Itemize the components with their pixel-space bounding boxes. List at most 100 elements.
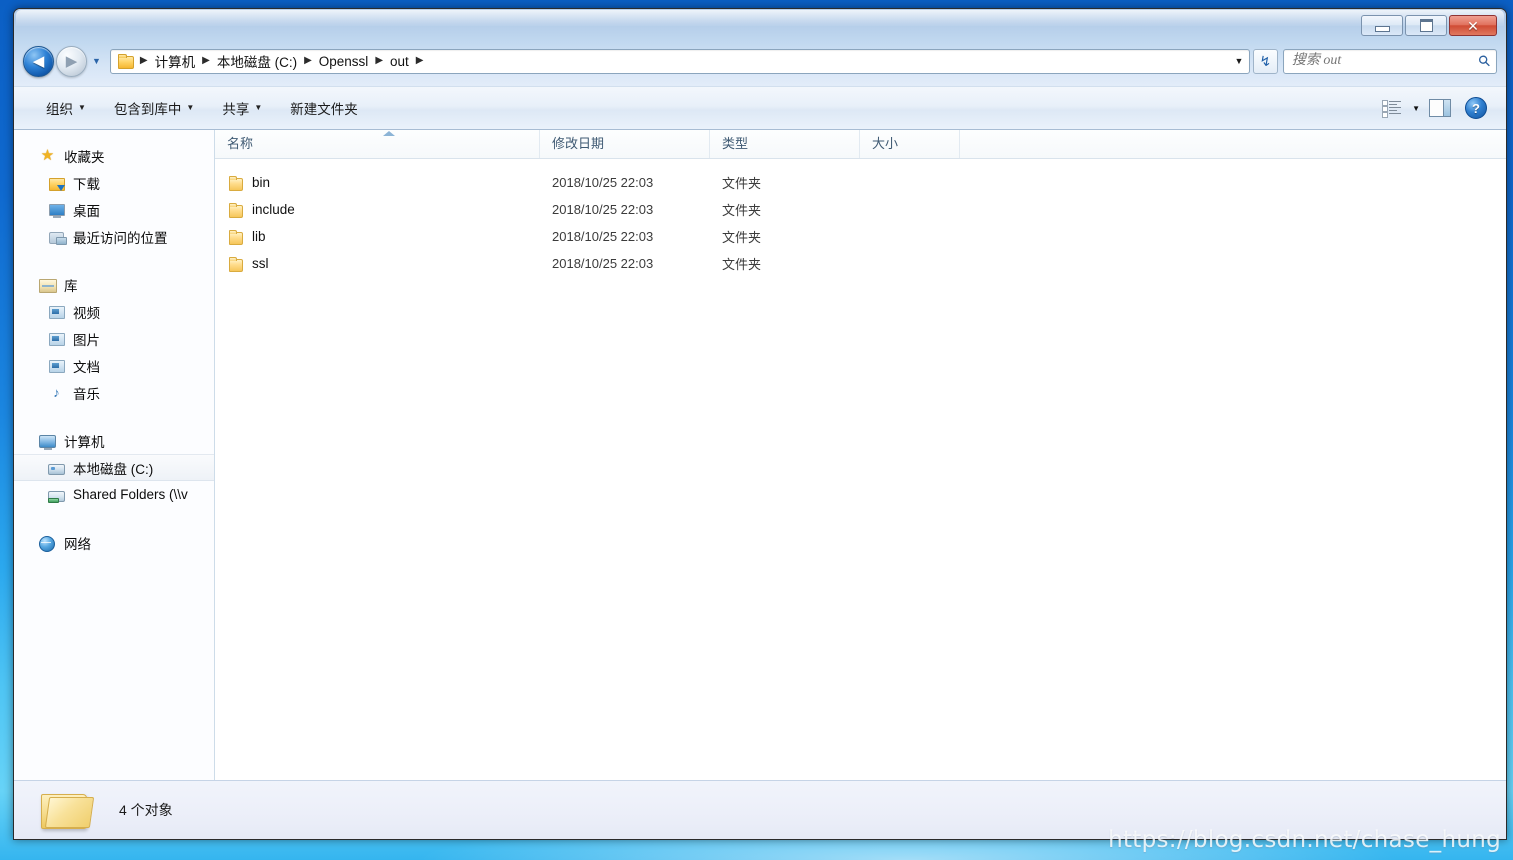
computer-icon — [39, 433, 56, 450]
help-button[interactable]: ? — [1460, 94, 1492, 122]
sidebar-item-libraries[interactable]: 库 — [14, 271, 214, 298]
column-header-type[interactable]: 类型 — [710, 130, 860, 158]
file-date-cell: 2018/10/25 22:03 — [552, 175, 654, 190]
show-preview-pane-button[interactable] — [1424, 94, 1456, 122]
status-bar: 4 个对象 — [14, 780, 1506, 839]
file-list-pane[interactable]: 名称 修改日期 类型 大小 bin 2018/10/25 22:03 文件夹 i… — [215, 130, 1506, 780]
breadcrumb-separator-2: ▶ — [304, 55, 312, 66]
search-box[interactable]: ⚲ — [1282, 48, 1497, 74]
recent-pages-dropdown-icon[interactable]: ▼ — [92, 56, 101, 66]
column-header-date-modified[interactable]: 修改日期 — [540, 130, 710, 158]
file-type-cell: 文件夹 — [722, 257, 762, 272]
back-arrow-icon: ◀ — [32, 52, 45, 70]
title-bar: ✕ — [14, 9, 1506, 42]
table-row[interactable]: bin 2018/10/25 22:03 文件夹 — [215, 169, 1506, 196]
sidebar-item-shared-folders[interactable]: Shared Folders (\\v — [14, 481, 214, 508]
list-top-gap — [215, 159, 1506, 169]
star-icon: ★ — [40, 146, 55, 164]
share-with-button[interactable]: 共享 ▼ — [212, 93, 272, 123]
close-button[interactable]: ✕ — [1449, 15, 1497, 36]
column-header-size[interactable]: 大小 — [860, 130, 960, 158]
column-header-name-label: 名称 — [227, 136, 254, 151]
table-row[interactable]: lib 2018/10/25 22:03 文件夹 — [215, 223, 1506, 250]
new-folder-button[interactable]: 新建文件夹 — [280, 93, 368, 123]
sidebar-label-downloads: 下载 — [73, 176, 100, 192]
nav-group-libraries: 库 视频 图片 文档 ♪ 音乐 — [14, 271, 214, 406]
maximize-icon — [1419, 19, 1433, 32]
include-in-library-label: 包含到库中 — [113, 102, 182, 117]
sidebar-item-recent-places[interactable]: 最近访问的位置 — [14, 223, 214, 250]
sidebar-item-videos[interactable]: 视频 — [14, 298, 214, 325]
sidebar-item-documents[interactable]: 文档 — [14, 352, 214, 379]
command-bar: 组织 ▼ 包含到库中 ▼ 共享 ▼ 新建文件夹 ▼ ? — [14, 86, 1506, 130]
chevron-down-icon: ▼ — [186, 103, 195, 112]
file-name-cell: bin — [215, 175, 540, 191]
file-date-cell: 2018/10/25 22:03 — [552, 202, 654, 217]
sidebar-label-network: 网络 — [64, 536, 91, 552]
breadcrumb: ▶ 计算机 ▶ 本地磁盘 (C:) ▶ Openssl ▶ out ▶ — [116, 49, 1231, 73]
sidebar-item-desktop[interactable]: 桌面 — [14, 196, 214, 223]
local-disk-icon — [48, 460, 65, 476]
breadcrumb-separator-3: ▶ — [375, 55, 384, 66]
minimize-button[interactable] — [1361, 15, 1403, 36]
sidebar-label-libraries: 库 — [64, 278, 78, 294]
sidebar-item-music[interactable]: ♪ 音乐 — [14, 379, 214, 406]
sidebar-item-network[interactable]: 网络 — [14, 529, 214, 556]
breadcrumb-item-computer[interactable]: 计算机 — [152, 49, 199, 73]
address-bar[interactable]: ▶ 计算机 ▶ 本地磁盘 (C:) ▶ Openssl ▶ out ▶ ▼ — [109, 48, 1250, 74]
music-icon: ♪ — [53, 384, 60, 400]
table-row[interactable]: include 2018/10/25 22:03 文件夹 — [215, 196, 1506, 223]
column-header-size-label: 大小 — [872, 136, 899, 151]
breadcrumb-item-openssl[interactable]: Openssl — [316, 52, 372, 71]
maximize-button[interactable] — [1405, 15, 1447, 36]
sidebar-item-downloads[interactable]: 下载 — [14, 169, 214, 196]
sidebar-label-recent-places: 最近访问的位置 — [73, 230, 168, 246]
file-type-cell: 文件夹 — [722, 203, 762, 218]
sidebar-item-favorites[interactable]: ★ 收藏夹 — [14, 142, 214, 169]
breadcrumb-item-out[interactable]: out — [387, 52, 412, 71]
sidebar-item-pictures[interactable]: 图片 — [14, 325, 214, 352]
include-in-library-button[interactable]: 包含到库中 ▼ — [104, 93, 204, 123]
organize-button[interactable]: 组织 ▼ — [36, 93, 96, 123]
sidebar-label-desktop: 桌面 — [73, 203, 100, 219]
column-header-name[interactable]: 名称 — [215, 130, 540, 158]
network-drive-icon — [48, 487, 65, 503]
column-header-row: 名称 修改日期 类型 大小 — [215, 130, 1506, 159]
share-with-label: 共享 — [222, 102, 250, 117]
sidebar-item-local-disk-c[interactable]: 本地磁盘 (C:) — [14, 454, 214, 481]
file-name-cell: ssl — [215, 256, 540, 272]
folder-icon — [227, 256, 244, 272]
preview-pane-icon — [1429, 99, 1451, 117]
folder-icon — [227, 229, 244, 245]
sidebar-label-documents: 文档 — [73, 359, 100, 375]
column-header-type-label: 类型 — [722, 136, 749, 151]
navigation-pane[interactable]: ★ 收藏夹 下载 桌面 最近访问的位置 库 视频 图片 文档 ♪ 音乐 计算机 … — [14, 130, 215, 780]
breadcrumb-item-local-disk[interactable]: 本地磁盘 (C:) — [214, 49, 300, 73]
search-input[interactable] — [1289, 52, 1479, 70]
desktop-icon — [48, 202, 65, 218]
downloads-folder-icon — [48, 175, 65, 191]
library-icon — [39, 277, 57, 293]
forward-button[interactable]: ▶ — [56, 45, 87, 77]
change-view-dropdown-icon[interactable]: ▼ — [1412, 104, 1420, 113]
breadcrumb-separator-4: ▶ — [415, 55, 424, 66]
file-date-cell: 2018/10/25 22:03 — [552, 256, 654, 271]
folder-icon — [227, 175, 244, 191]
back-button[interactable]: ◀ — [23, 45, 54, 77]
recent-places-icon — [48, 229, 67, 245]
table-row[interactable]: ssl 2018/10/25 22:03 文件夹 — [215, 250, 1506, 277]
videos-icon — [48, 304, 65, 320]
file-name-label: ssl — [252, 256, 269, 271]
nav-group-network: 网络 — [14, 529, 214, 556]
sidebar-item-computer[interactable]: 计算机 — [14, 427, 214, 454]
address-folder-icon — [117, 53, 134, 69]
forward-arrow-icon: ▶ — [65, 52, 78, 70]
address-dropdown-icon[interactable]: ▼ — [1231, 56, 1247, 66]
view-details-icon — [1382, 100, 1402, 118]
refresh-button[interactable]: ↯ — [1252, 48, 1278, 74]
breadcrumb-separator-1: ▶ — [202, 55, 210, 66]
status-item-count: 4 个对象 — [119, 802, 173, 818]
help-icon: ? — [1465, 97, 1487, 119]
change-view-button[interactable] — [1376, 94, 1408, 122]
